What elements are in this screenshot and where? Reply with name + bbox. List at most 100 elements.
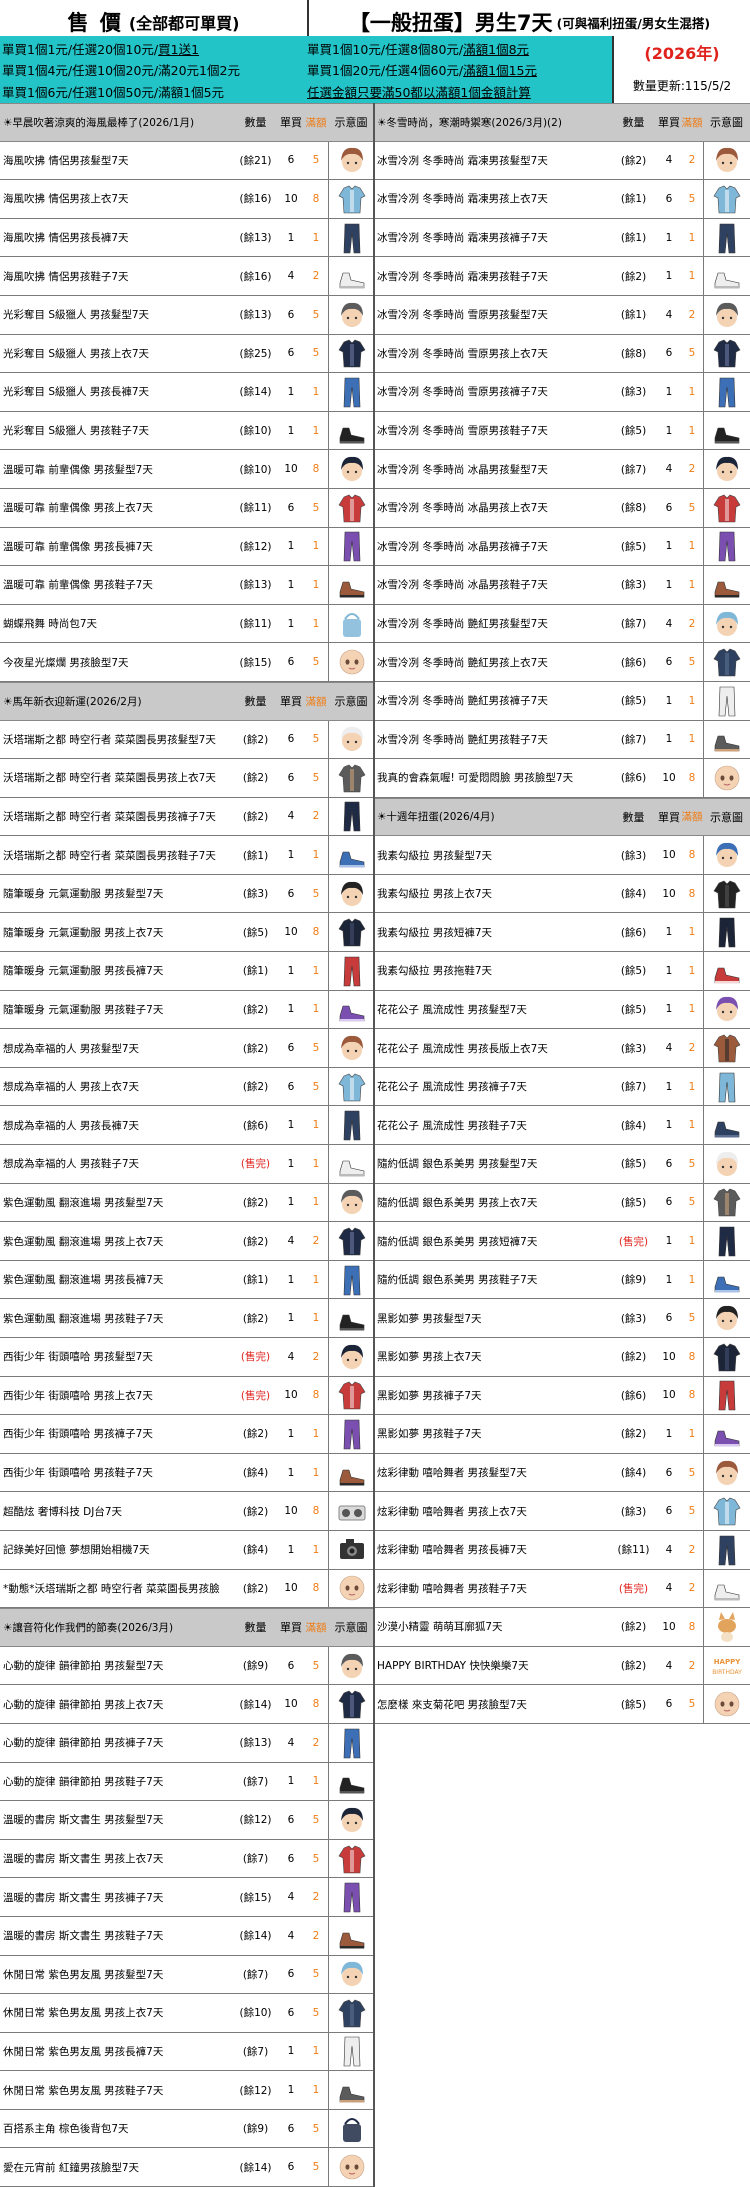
preview-image bbox=[328, 2109, 374, 2148]
product-row: 炫彩律動 嘻哈舞者 男孩鞋子7天 (售完) 4 2 bbox=[374, 1569, 750, 1609]
pants-item-icon bbox=[343, 1265, 360, 1295]
product-name: 溫暖的書房 斯文書生 男孩褲子7天 bbox=[3, 1891, 164, 1904]
preview-image bbox=[328, 1839, 374, 1878]
bundle-price: 8 bbox=[688, 849, 696, 862]
product-row: 冰雪冷冽 冬季時尚 冰晶男孩髮型7天 (餘7) 4 2 bbox=[374, 450, 750, 489]
product-name: 海風吹拂 情侶男孩髮型7天 bbox=[3, 154, 129, 167]
product-row: 休閒日常 紫色男友風 男孩長褲7天 (餘7) 1 1 bbox=[0, 2032, 374, 2072]
col-full-label: 滿額 bbox=[305, 1621, 327, 1634]
section-title: ☀早晨吹著涼爽的海風最棒了(2026/1月) bbox=[3, 116, 195, 129]
product-name: 溫暖可靠 前輩偶像 男孩髮型7天 bbox=[3, 463, 153, 476]
single-price: 4 bbox=[665, 1659, 673, 1672]
pants-item-icon bbox=[718, 1072, 736, 1102]
stock-qty: (餘25) bbox=[239, 347, 272, 360]
top-item-icon bbox=[338, 185, 365, 214]
right-product-table: ☀冬雪時尚，寒潮時禦寒(2026/3月)(2) 數量 單買 滿額 示意圖 冰雪冷冽 冬季時… bbox=[374, 103, 750, 1724]
stock-qty: (售完) bbox=[618, 1582, 649, 1595]
bundle-price: 5 bbox=[312, 308, 320, 321]
single-price: 1 bbox=[287, 617, 295, 630]
product-row: 黑影如夢 男孩鞋子7天 (餘2) 1 1 bbox=[374, 1415, 750, 1454]
bundle-price: 1 bbox=[688, 1273, 696, 1286]
section-title: ☀冬雪時尚，寒潮時禦寒(2026/3月)(2) bbox=[377, 116, 562, 129]
product-name: 沃塔瑞斯之都 時空行者 菜菜園長男孩髮型7天 bbox=[3, 733, 216, 746]
preview-image bbox=[703, 450, 750, 488]
product-row: 百搭系主角 棕色後背包7天 (餘9) 6 5 bbox=[0, 2109, 374, 2149]
stock-qty: (餘2) bbox=[242, 1428, 269, 1441]
bundle-price: 1 bbox=[688, 270, 696, 283]
product-name: 冰雪冷冽 冬季時尚 艷紅男孩髮型7天 bbox=[377, 618, 548, 631]
stock-qty: (餘3) bbox=[620, 1505, 647, 1518]
pants-item-icon bbox=[718, 377, 736, 408]
preview-image bbox=[328, 527, 374, 566]
preview-image bbox=[328, 952, 374, 990]
preview-image bbox=[328, 1916, 374, 1955]
stock-qty: (餘4) bbox=[620, 888, 647, 901]
product-row: 心動的旋律 韻律節拍 男孩褲子7天 (餘13) 4 2 bbox=[0, 1723, 374, 1763]
single-price: 6 bbox=[287, 1968, 295, 1981]
single-price: 6 bbox=[287, 1813, 295, 1826]
stock-qty: (餘2) bbox=[620, 1428, 647, 1441]
stock-qty: (餘16) bbox=[239, 193, 272, 206]
bundle-price: 8 bbox=[312, 1389, 320, 1402]
top-item-icon bbox=[713, 1497, 741, 1526]
product-name: 我真的會森氣喔! 可愛悶悶臉 男孩臉型7天 bbox=[377, 772, 574, 785]
right-price-line-1-link: 滿額1個8元 bbox=[463, 41, 530, 57]
preview-image bbox=[328, 1376, 374, 1415]
product-row: 西街少年 街頭嘻哈 男孩褲子7天 (餘2) 1 1 bbox=[0, 1415, 374, 1454]
bundle-price: 1 bbox=[688, 694, 696, 707]
single-price: 1 bbox=[665, 1273, 673, 1286]
pants-item-icon bbox=[343, 956, 360, 987]
single-price: 10 bbox=[284, 1698, 298, 1711]
update-box: 數量更新:115/5/2 bbox=[612, 68, 750, 103]
pants-item-icon bbox=[343, 532, 360, 562]
bundle-price: 2 bbox=[312, 270, 320, 283]
single-price: 1 bbox=[665, 1003, 673, 1016]
stock-qty: (餘3) bbox=[620, 1042, 647, 1055]
product-row: 冰雪冷冽 冬季時尚 雪原男孩鞋子7天 (餘5) 1 1 bbox=[374, 411, 750, 451]
product-row: 隨筆暖身 元氣運動服 男孩鞋子7天 (餘2) 1 1 bbox=[0, 990, 374, 1030]
bundle-price: 5 bbox=[312, 501, 320, 514]
preview-image bbox=[703, 1260, 750, 1299]
stock-qty: (餘5) bbox=[620, 1003, 647, 1016]
stock-qty: (餘15) bbox=[239, 1891, 272, 1904]
single-price: 10 bbox=[662, 1620, 676, 1633]
preview-image bbox=[328, 411, 374, 450]
product-row: 冰雪冷冽 冬季時尚 艷紅男孩髮型7天 (餘7) 4 2 bbox=[374, 604, 750, 644]
stock-qty: (餘3) bbox=[242, 888, 269, 901]
product-row: 我素勾級拉 男孩拖鞋7天 (餘5) 1 1 bbox=[374, 952, 750, 991]
bundle-price: 1 bbox=[688, 964, 696, 977]
product-name: 隨約低調 銀色系美男 男孩短褲7天 bbox=[377, 1235, 538, 1248]
bundle-price: 2 bbox=[688, 617, 696, 630]
pants-item-icon bbox=[718, 1226, 736, 1257]
stock-qty: (餘1) bbox=[242, 1274, 269, 1287]
single-price: 1 bbox=[287, 1543, 295, 1556]
stock-qty: (餘2) bbox=[242, 1235, 269, 1248]
pants-item-icon bbox=[343, 223, 360, 253]
bundle-price: 8 bbox=[312, 1505, 320, 1518]
fox-item-icon bbox=[718, 1611, 736, 1642]
single-price: 6 bbox=[665, 1505, 673, 1518]
stock-qty: (餘6) bbox=[620, 1389, 647, 1402]
col-full-label: 滿額 bbox=[681, 116, 703, 129]
bundle-price: 1 bbox=[312, 1312, 320, 1325]
shoes-item-icon bbox=[714, 1121, 740, 1138]
bundle-price: 2 bbox=[688, 308, 696, 321]
stock-qty: (餘2) bbox=[242, 733, 269, 746]
single-price: 6 bbox=[665, 501, 673, 514]
section-title: ☀讓音符化作我們的節奏(2026/3月) bbox=[3, 1621, 174, 1634]
bundle-price: 2 bbox=[688, 463, 696, 476]
update-label: 數量更新:115/5/2 bbox=[632, 79, 732, 93]
preview-image bbox=[328, 1222, 374, 1260]
dj-item-icon bbox=[338, 1505, 365, 1521]
product-row: 炫彩律動 嘻哈舞者 男孩長褲7天 (餘11) 4 2 bbox=[374, 1530, 750, 1570]
bundle-price: 8 bbox=[312, 1582, 320, 1595]
stock-qty: (餘5) bbox=[620, 1698, 647, 1711]
preview-image bbox=[703, 604, 750, 643]
bundle-price: 5 bbox=[312, 1659, 320, 1672]
preview-image bbox=[703, 488, 750, 527]
single-price: 1 bbox=[287, 1003, 295, 1016]
single-price: 1 bbox=[665, 1235, 673, 1248]
product-name: 冰雪冷冽 冬季時尚 雪原男孩褲子7天 bbox=[377, 386, 548, 399]
stock-qty: (餘1) bbox=[242, 849, 269, 862]
single-price: 1 bbox=[287, 1119, 295, 1132]
